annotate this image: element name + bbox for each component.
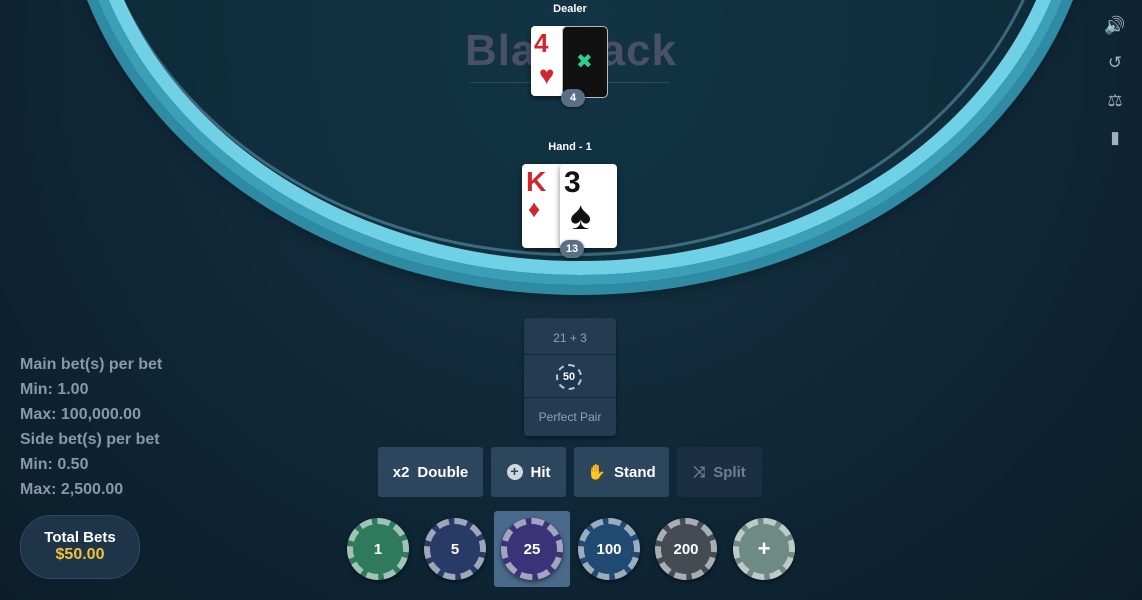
hit-label: Hit	[530, 463, 551, 481]
chip-value: 1	[359, 530, 397, 568]
double-label: Double	[417, 463, 469, 481]
heart-icon: ♥	[539, 60, 555, 90]
player-card-1-rank: K	[526, 166, 547, 197]
total-bets-value: $50.00	[55, 546, 105, 563]
add-chip-button[interactable]: +	[733, 518, 795, 580]
chip-value: 25	[513, 530, 551, 568]
chip-value: 5	[436, 530, 474, 568]
book-icon[interactable]: ▮	[1104, 127, 1126, 149]
hit-button[interactable]: + Hit	[491, 447, 566, 497]
side-bet-max: Max: 2,500.00	[20, 481, 124, 498]
history-icon[interactable]: ↺	[1104, 52, 1126, 74]
side-bet-title: Side bet(s) per bet	[20, 431, 160, 448]
bet-divider-bottom	[524, 397, 616, 398]
dealer-card-rank: 4	[534, 28, 549, 58]
stand-label: Stand	[614, 463, 656, 481]
diamond-icon: ♦	[528, 196, 541, 223]
chip-value: 200	[667, 530, 705, 568]
split-arrows-icon: ⤨	[693, 463, 706, 481]
card-back-emblem-icon: ✖	[576, 51, 593, 73]
bet-divider-top	[524, 354, 616, 355]
balance-scale-icon[interactable]: ⚖	[1104, 90, 1126, 112]
chip-1[interactable]: 1	[347, 518, 409, 580]
double-button[interactable]: x2 Double	[378, 447, 483, 497]
bet-limits: Main bet(s) per bet Min: 1.00 Max: 100,0…	[20, 352, 162, 502]
chip-100[interactable]: 100	[578, 518, 640, 580]
main-bet-title: Main bet(s) per bet	[20, 356, 163, 373]
plus-circle-icon: +	[506, 464, 523, 480]
total-bets-label: Total Bets	[44, 529, 116, 546]
dealer-hole-card: ✖	[562, 26, 608, 98]
stand-button[interactable]: ✋ Stand	[574, 447, 669, 497]
x2-icon: x2	[392, 463, 410, 481]
total-bets-panel: Total Bets $50.00	[20, 515, 140, 579]
split-label: Split	[713, 463, 746, 481]
main-bet-max: Max: 100,000.00	[20, 406, 141, 423]
player-card-2: 3 ♠	[560, 164, 617, 248]
player-score-badge: 13	[560, 240, 584, 258]
chip-value: +	[745, 530, 783, 568]
main-bet-min: Min: 1.00	[20, 381, 89, 398]
hand-label: Hand - 1	[548, 141, 592, 153]
placed-chip[interactable]: 50	[556, 364, 582, 390]
side-bet-min: Min: 0.50	[20, 456, 89, 473]
hand-icon: ✋	[587, 464, 606, 481]
chip-25[interactable]: 25	[501, 518, 563, 580]
chip-200[interactable]: 200	[655, 518, 717, 580]
chip-5[interactable]: 5	[424, 518, 486, 580]
dealer-score-badge: 4	[561, 89, 585, 107]
speaker-icon[interactable]: 🔊	[1104, 15, 1126, 37]
side-bet-perfect-pair[interactable]: Perfect Pair	[524, 410, 616, 424]
side-bet-21-3[interactable]: 21 + 3	[524, 331, 616, 345]
bet-spot[interactable]: 21 + 3 50 Perfect Pair	[524, 318, 616, 436]
spade-icon: ♠	[570, 194, 592, 238]
chip-value: 100	[590, 530, 628, 568]
split-button[interactable]: ⤨ Split	[677, 447, 762, 497]
dealer-label: Dealer	[553, 3, 587, 15]
